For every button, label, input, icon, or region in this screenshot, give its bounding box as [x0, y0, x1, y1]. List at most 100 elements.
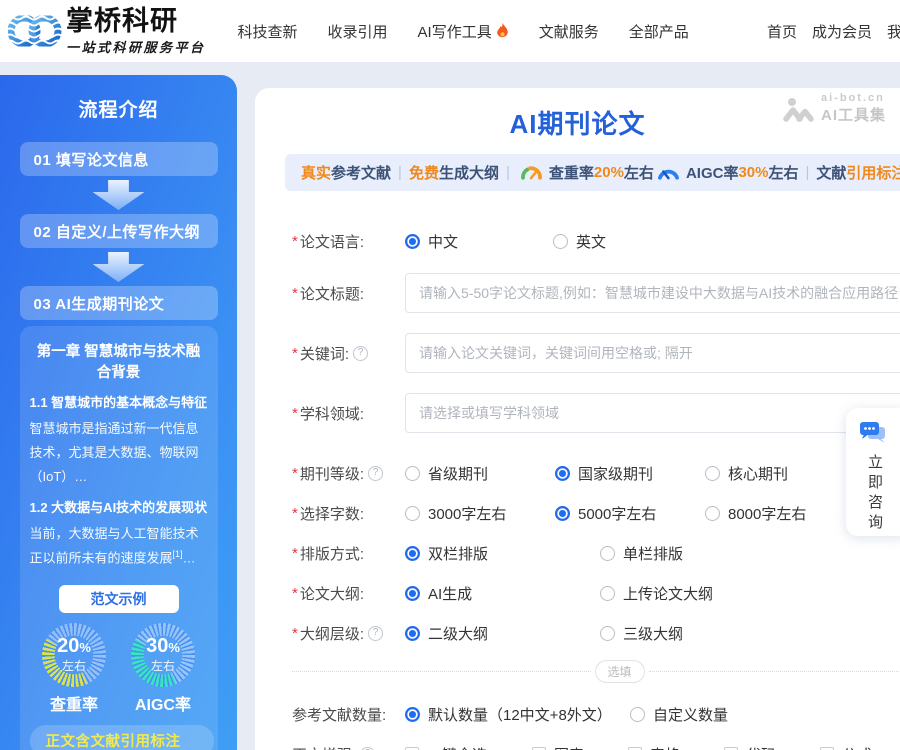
nav-right-item-1[interactable]: 成为会员 [812, 21, 872, 42]
radio-option-7-0[interactable]: AI生成 [405, 583, 600, 604]
radio-selected[interactable] [405, 586, 420, 601]
help-icon[interactable]: ? [353, 346, 368, 361]
nav-item-4[interactable]: 全部产品 [629, 21, 689, 42]
radio-option-4-1[interactable]: 国家级期刊 [555, 463, 705, 484]
sample-essay-button[interactable]: 范文示例 [59, 585, 179, 613]
infobar-text: | [506, 164, 510, 181]
logo-waves-icon [8, 10, 62, 52]
watermark-line1: ai-bot.cn [821, 92, 886, 104]
radio-option-10-1[interactable]: 自定义数量 [630, 704, 728, 725]
required-mark: * [292, 345, 298, 362]
feature-infobar: 真实参考文献|免费生成大纲|查重率20%左右AIGC率30%左右|文献引用标注|… [285, 154, 900, 191]
radio-unselected[interactable] [705, 506, 720, 521]
form-row-10: 参考文献数量:默认数量（12中文+8外文）自定义数量 [292, 694, 900, 734]
radio-unselected[interactable] [553, 234, 568, 249]
checkbox-option-11-0[interactable]: 一键全选 [405, 744, 532, 750]
arrow-down-icon [93, 252, 145, 282]
radio-unselected[interactable] [600, 546, 615, 561]
site-logo[interactable]: 掌桥科研 一站式科研服务平台 [8, 6, 206, 56]
radio-option-5-2[interactable]: 8000字左右 [705, 503, 855, 524]
radio-selected[interactable] [555, 506, 570, 521]
radio-option-8-1[interactable]: 三级大纲 [600, 623, 683, 644]
nav-item-3[interactable]: 文献服务 [539, 21, 599, 42]
sidebar-step-1[interactable]: 01 填写论文信息 [20, 142, 218, 176]
field-label: *大纲层级:? [292, 623, 405, 644]
radio-selected[interactable] [405, 626, 420, 641]
radio-option-0-1[interactable]: 英文 [553, 231, 606, 252]
field-label-text: 学科领域: [300, 403, 364, 424]
option-label: 单栏排版 [623, 543, 683, 564]
radio-unselected[interactable] [705, 466, 720, 481]
option-label: 自定义数量 [653, 704, 728, 725]
input-placeholder: 请输入5-50字论文标题,例如：智慧城市建设中大数据与AI技术的融合应用路径 [419, 283, 898, 303]
radio-selected[interactable] [405, 234, 420, 249]
radio-selected[interactable] [405, 707, 420, 722]
option-label: 一键全选 [427, 744, 487, 750]
field-label: *排版方式: [292, 543, 405, 564]
radio-option-4-0[interactable]: 省级期刊 [405, 463, 555, 484]
radio-option-0-0[interactable]: 中文 [405, 231, 553, 252]
form-row-8: *大纲层级:? 二级大纲 三级大纲 [292, 613, 900, 653]
radio-option-8-0[interactable]: 二级大纲 [405, 623, 600, 644]
sidebar: 流程介绍 01 填写论文信息02 自定义/上传写作大纲03 AI生成期刊论文 第… [0, 75, 237, 750]
radio-option-10-0[interactable]: 默认数量（12中文+8外文） [405, 704, 630, 725]
radio-unselected[interactable] [630, 707, 645, 722]
form-row-5: *选择字数:3000字左右5000字左右8000字左右 [292, 493, 900, 533]
radio-option-4-2[interactable]: 核心期刊 [705, 463, 855, 484]
process-steps: 01 填写论文信息 02 自定义/上传写作大纲 03 AI生成期刊论文 [0, 142, 237, 320]
radio-unselected[interactable] [600, 626, 615, 641]
radio-unselected[interactable] [405, 506, 420, 521]
option-label: 二级大纲 [428, 623, 488, 644]
infobar-text: 20% [594, 164, 624, 181]
radio-option-6-1[interactable]: 单栏排版 [600, 543, 683, 564]
text-input-2[interactable]: 请输入论文关键词，关键词间用空格或; 隔开 [405, 333, 900, 373]
infobar-text: 左右 [768, 162, 798, 183]
help-icon[interactable]: ? [368, 466, 383, 481]
help-icon[interactable]: ? [360, 747, 375, 750]
infobar-text: 左右 [624, 162, 654, 183]
option-label: 公式 [842, 744, 872, 750]
sidebar-step-3[interactable]: 03 AI生成期刊论文 [20, 286, 218, 320]
watermark: ai-bot.cn AI工具集 [783, 92, 886, 125]
nav-item-1[interactable]: 收录引用 [328, 21, 388, 42]
sidebar-step-2[interactable]: 02 自定义/上传写作大纲 [20, 214, 218, 248]
help-icon[interactable]: ? [368, 626, 383, 641]
consult-button-label: 立即咨询 [864, 454, 885, 534]
radio-unselected[interactable] [600, 586, 615, 601]
nav-item-2[interactable]: AI写作工具 [418, 21, 509, 42]
field-label: *期刊等级:? [292, 463, 405, 484]
option-label: 3000字左右 [428, 503, 506, 524]
radio-option-6-0[interactable]: 双栏排版 [405, 543, 600, 564]
checkbox-option-11-2[interactable]: 表格 [628, 744, 724, 750]
radio-selected[interactable] [405, 546, 420, 561]
checkbox-option-11-1[interactable]: 图表 [532, 744, 628, 750]
radio-option-7-1[interactable]: 上传论文大纲 [600, 583, 713, 604]
infobar-text: AIGC率 [686, 162, 739, 183]
checkbox-option-11-3[interactable]: 代码 [724, 744, 820, 750]
checkbox-option-11-4[interactable]: 公式 [820, 744, 900, 750]
radio-option-5-1[interactable]: 5000字左右 [555, 503, 705, 524]
logo-title: 掌桥科研 [66, 6, 206, 36]
option-label: 中文 [428, 231, 458, 252]
input-placeholder: 请输入论文关键词，关键词间用空格或; 隔开 [419, 343, 693, 363]
option-group: 中文 英文 [405, 231, 900, 252]
text-input-3[interactable]: 请选择或填写学科领域 [405, 393, 900, 433]
gauge-label: AIGC率 [120, 691, 206, 715]
field-label-text: 大纲层级: [300, 623, 364, 644]
consult-button[interactable]: 立即咨询 [846, 408, 900, 536]
radio-unselected[interactable] [405, 466, 420, 481]
preview-section-1: 1.1 智慧城市的基本概念与特征 [30, 392, 208, 411]
option-label: 核心期刊 [728, 463, 788, 484]
nav-right-item-0[interactable]: 首页 [767, 21, 797, 42]
required-mark: * [292, 505, 298, 522]
infobar-text: 真实 [301, 162, 331, 183]
feature-pill-citation: 正文含文献引用标注 [30, 725, 214, 750]
nav-right-item-2[interactable]: 我的 [887, 21, 900, 42]
radio-selected[interactable] [555, 466, 570, 481]
radio-option-5-0[interactable]: 3000字左右 [405, 503, 555, 524]
preview-paragraph-1: 智慧城市是指通过新一代信息技术，尤其是大数据、物联网（IoT）… [30, 417, 208, 489]
text-input-1[interactable]: 请输入5-50字论文标题,例如：智慧城市建设中大数据与AI技术的融合应用路径 [405, 273, 900, 313]
nav-item-0[interactable]: 科技查新 [238, 21, 298, 42]
option-group: 3000字左右 5000字左右8000字左右 [405, 503, 900, 524]
option-label: 表格 [650, 744, 680, 750]
